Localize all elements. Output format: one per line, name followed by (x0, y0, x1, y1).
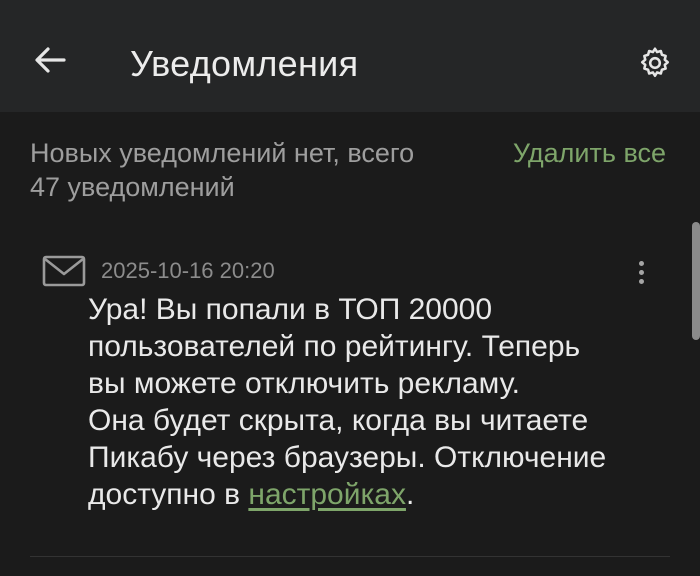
message-line: Она будет скрыта, когда вы читаете (88, 404, 589, 437)
message-line: Пикабу через браузеры. Отключение (88, 441, 607, 474)
arrow-left-icon (35, 47, 66, 73)
summary-line-2: 47 уведомлений (30, 172, 235, 202)
back-button[interactable] (28, 38, 72, 82)
delete-all-button[interactable]: Удалить все (513, 136, 666, 170)
message-last-line: доступно в настройках. (88, 476, 668, 513)
app-bar: Уведомления (0, 0, 700, 112)
settings-link[interactable]: настройках (248, 478, 406, 511)
settings-button[interactable] (632, 40, 678, 86)
notification-message: Ура! Вы попали в ТОП 20000 пользователей… (88, 291, 668, 513)
message-line: пользователей по рейтингу. Теперь (88, 330, 581, 363)
divider (30, 556, 670, 557)
mail-icon (42, 255, 86, 287)
scrollbar[interactable] (692, 222, 700, 340)
gear-icon (640, 47, 670, 78)
summary-line-1: Новых уведомлений нет, всего (30, 138, 415, 168)
message-text: . (405, 478, 415, 511)
notifications-summary: Новых уведомлений нет, всего 47 уведомле… (30, 136, 480, 204)
page-title: Уведомления (130, 43, 359, 84)
more-dot-icon (638, 269, 644, 275)
message-line: вы можете отключить рекламу. (88, 367, 520, 400)
notification-date: 2025-10-16 20:20 (101, 258, 275, 283)
more-dot-icon (638, 260, 644, 266)
more-dot-icon (638, 278, 644, 284)
message-line: Ура! Вы попали в ТОП 20000 (88, 293, 493, 326)
notification-item[interactable]: 2025-10-16 20:20 Ура! Вы попали в ТОП 20… (30, 240, 670, 556)
message-text: доступно в (88, 478, 249, 511)
more-options-button[interactable] (626, 254, 656, 290)
